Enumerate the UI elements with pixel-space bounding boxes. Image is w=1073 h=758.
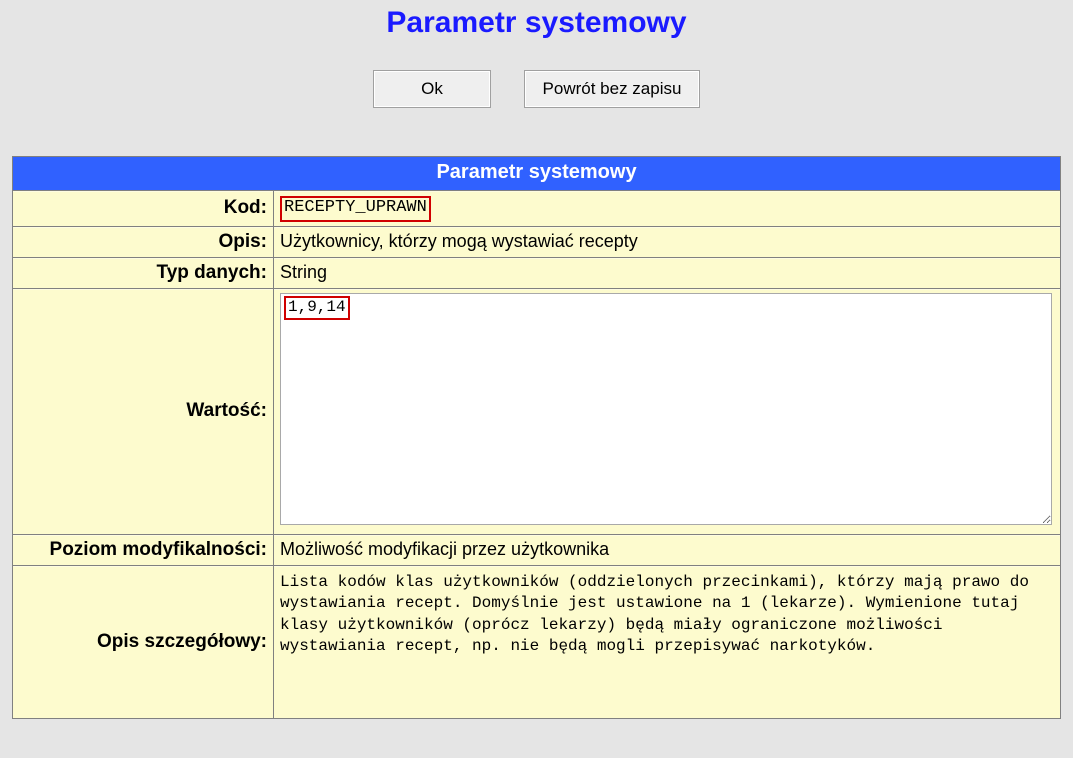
param-form-table: Parametr systemowy Kod: RECEPTY_UPRAWN O… <box>12 156 1061 719</box>
value-opis: Użytkownicy, którzy mogą wystawiać recep… <box>274 226 1060 257</box>
label-opis: Opis: <box>13 226 274 257</box>
szczegoly-text: Lista kodów klas użytkowników (oddzielon… <box>280 570 1056 658</box>
label-wartosc: Wartość: <box>13 288 274 534</box>
value-wartosc-cell: 1,9,14 <box>274 288 1060 534</box>
value-poziom: Możliwość modyfikacji przez użytkownika <box>274 534 1060 565</box>
wartosc-textarea[interactable] <box>280 293 1052 525</box>
ok-button[interactable]: Ok <box>373 70 491 108</box>
label-typ: Typ danych: <box>13 257 274 288</box>
table-caption: Parametr systemowy <box>13 157 1060 191</box>
kod-highlight: RECEPTY_UPRAWN <box>280 196 431 222</box>
value-kod: RECEPTY_UPRAWN <box>274 191 1060 226</box>
label-kod: Kod: <box>13 191 274 226</box>
label-poziom: Poziom modyfikalności: <box>13 534 274 565</box>
value-typ: String <box>274 257 1060 288</box>
page-title: Parametr systemowy <box>0 0 1073 70</box>
button-row: Ok Powrót bez zapisu <box>0 70 1073 156</box>
label-szczegoly: Opis szczegółowy: <box>13 565 274 718</box>
value-szczegoly: Lista kodów klas użytkowników (oddzielon… <box>274 565 1060 718</box>
return-button[interactable]: Powrót bez zapisu <box>524 70 700 108</box>
